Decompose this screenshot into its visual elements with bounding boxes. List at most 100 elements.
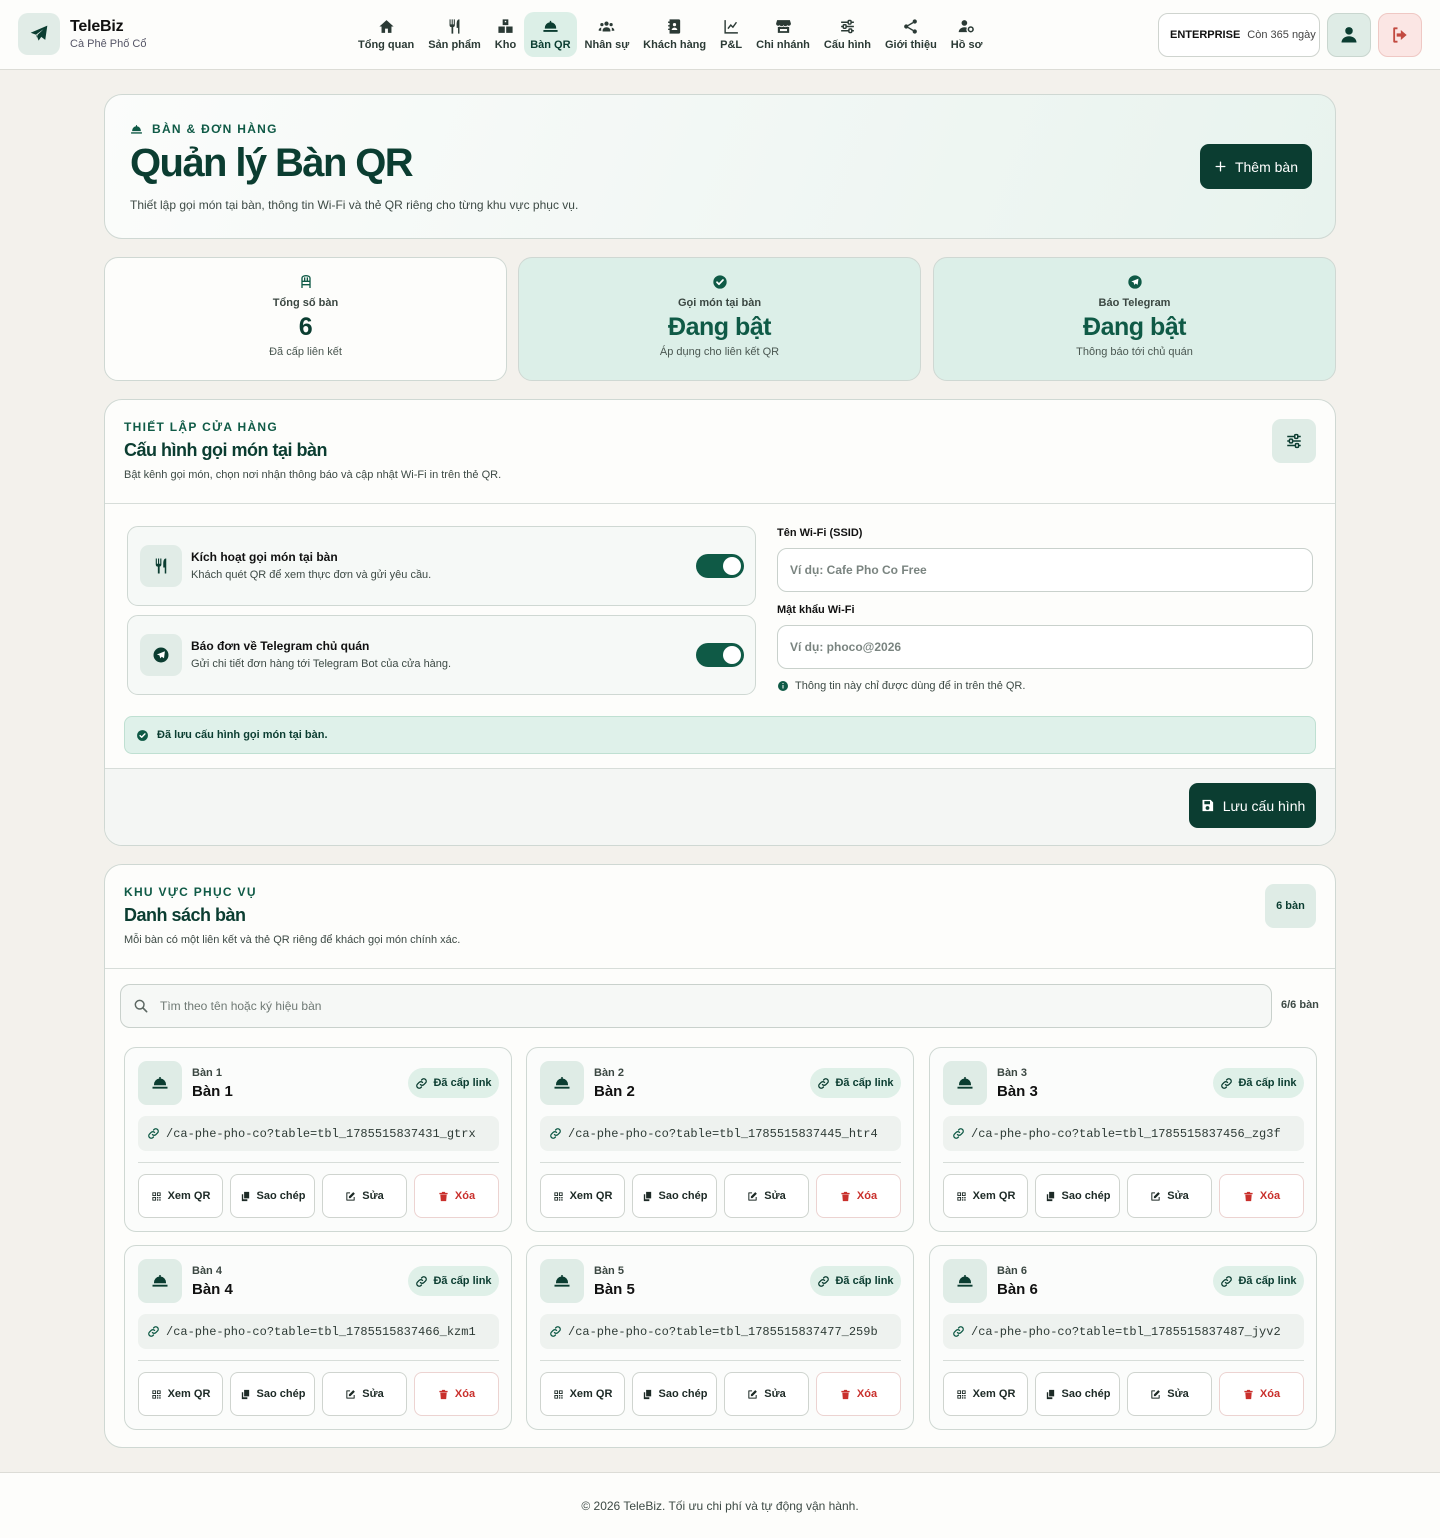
save-config-button[interactable]: Lưu cấu hình	[1189, 783, 1316, 828]
nav-item[interactable]: Giới thiệu	[879, 12, 943, 57]
view-qr-label: Xem QR	[167, 1190, 211, 1202]
edit-table-label: Sửa	[362, 1190, 384, 1202]
users-icon	[598, 16, 615, 39]
nav-item[interactable]: Chi nhánh	[750, 12, 816, 57]
nav-item[interactable]: Khách hàng	[637, 12, 712, 57]
nav-item[interactable]: Cấu hình	[818, 12, 877, 57]
table-url[interactable]: /ca-phe-pho-co?table=tbl_1785515837477_2…	[540, 1314, 901, 1349]
contact-book-icon	[666, 16, 683, 39]
profile-button[interactable]	[1327, 13, 1371, 57]
config-settings-button[interactable]	[1272, 419, 1316, 463]
trash-icon	[1243, 1191, 1260, 1202]
sliders-icon	[839, 16, 856, 39]
delete-table-button[interactable]: Xóa	[414, 1372, 499, 1416]
wifi-ssid-input[interactable]	[777, 548, 1313, 592]
table-card: Bàn 4 Bàn 4 Đã cấp link /ca-phe-pho-co?t…	[124, 1245, 512, 1430]
wifi-note-text: Thông tin này chỉ được dùng để in trên t…	[795, 680, 1026, 692]
stat-card-telegram: Báo Telegram Đang bật Thông báo tới chủ …	[933, 257, 1336, 381]
copy-link-button[interactable]: Sao chép	[230, 1372, 315, 1416]
view-qr-button[interactable]: Xem QR	[138, 1372, 223, 1416]
bell-service-icon	[540, 1061, 584, 1105]
copy-icon	[642, 1389, 659, 1400]
edit-table-label: Sửa	[764, 1388, 786, 1400]
trash-icon	[840, 1389, 857, 1400]
check-circle-icon	[712, 258, 728, 290]
view-qr-button[interactable]: Xem QR	[943, 1372, 1028, 1416]
view-qr-button[interactable]: Xem QR	[138, 1174, 223, 1218]
table-url[interactable]: /ca-phe-pho-co?table=tbl_1785515837456_z…	[943, 1116, 1304, 1151]
nav-item-label: Nhân sự	[584, 39, 630, 51]
edit-table-button[interactable]: Sửa	[1127, 1372, 1212, 1416]
view-qr-label: Xem QR	[972, 1388, 1016, 1400]
bell-service-icon	[130, 123, 152, 136]
brand[interactable]: TeleBiz Cà Phê Phố Cổ	[18, 13, 146, 55]
delete-table-button[interactable]: Xóa	[1219, 1372, 1304, 1416]
nav-item[interactable]: Hồ sơ	[945, 12, 989, 57]
nav-item[interactable]: Kho	[489, 12, 522, 57]
nav-item[interactable]: Sản phẩm	[422, 12, 487, 57]
copy-link-label: Sao chép	[658, 1388, 708, 1400]
edit-icon	[345, 1389, 362, 1400]
edit-table-button[interactable]: Sửa	[1127, 1174, 1212, 1218]
edit-table-button[interactable]: Sửa	[322, 1174, 407, 1218]
chair-icon	[298, 258, 314, 290]
nav-item[interactable]: Tổng quan	[352, 12, 420, 57]
table-url[interactable]: /ca-phe-pho-co?table=tbl_1785515837431_g…	[138, 1116, 499, 1151]
table-name: Bàn 6	[997, 1281, 1038, 1298]
stat-note: Đã cấp liên kết	[269, 346, 342, 358]
stat-value: Đang bật	[668, 313, 771, 341]
edit-table-button[interactable]: Sửa	[724, 1372, 809, 1416]
wifi-ssid-label: Tên Wi-Fi (SSID)	[777, 527, 863, 539]
delete-table-button[interactable]: Xóa	[816, 1174, 901, 1218]
view-qr-button[interactable]: Xem QR	[943, 1174, 1028, 1218]
stat-note: Thông báo tới chủ quán	[1076, 346, 1193, 358]
stat-label: Báo Telegram	[1098, 297, 1171, 309]
link-icon	[817, 1077, 835, 1090]
nav-item[interactable]: Bàn QR	[524, 12, 577, 57]
copy-icon	[642, 1191, 659, 1202]
plan-badge[interactable]: ENTERPRISE Còn 365 ngày	[1158, 13, 1320, 57]
trash-icon	[438, 1191, 455, 1202]
qr-code-icon	[553, 1389, 570, 1400]
search-result-count: 6/6 bàn	[1281, 999, 1319, 1011]
delete-table-button[interactable]: Xóa	[816, 1372, 901, 1416]
table-url[interactable]: /ca-phe-pho-co?table=tbl_1785515837445_h…	[540, 1116, 901, 1151]
info-icon	[777, 680, 795, 692]
telegram-notify-toggle[interactable]	[696, 643, 744, 667]
delete-table-label: Xóa	[454, 1388, 476, 1400]
store-icon	[775, 16, 792, 39]
nav-item[interactable]: Nhân sự	[579, 12, 636, 57]
view-qr-button[interactable]: Xem QR	[540, 1372, 625, 1416]
table-ordering-toggle[interactable]	[696, 554, 744, 578]
copy-link-button[interactable]: Sao chép	[230, 1174, 315, 1218]
logout-button[interactable]	[1378, 13, 1422, 57]
copy-link-button[interactable]: Sao chép	[1035, 1174, 1120, 1218]
copy-link-button[interactable]: Sao chép	[1035, 1372, 1120, 1416]
edit-icon	[1150, 1389, 1167, 1400]
link-status-label: Đã cấp link	[1238, 1077, 1297, 1089]
delete-table-label: Xóa	[1259, 1388, 1281, 1400]
table-search-input[interactable]	[160, 999, 1060, 1013]
delete-table-button[interactable]: Xóa	[414, 1174, 499, 1218]
nav-item-label: Kho	[494, 39, 517, 51]
view-qr-button[interactable]: Xem QR	[540, 1174, 625, 1218]
wifi-password-input[interactable]	[777, 625, 1313, 669]
qr-code-icon	[151, 1191, 168, 1202]
table-url[interactable]: /ca-phe-pho-co?table=tbl_1785515837487_j…	[943, 1314, 1304, 1349]
main-nav: Tổng quan Sản phẩm Kho Bàn QR Nhân sự Khách h…	[352, 12, 988, 57]
copy-icon	[1045, 1389, 1062, 1400]
edit-table-button[interactable]: Sửa	[724, 1174, 809, 1218]
table-url[interactable]: /ca-phe-pho-co?table=tbl_1785515837466_k…	[138, 1314, 499, 1349]
nav-item-label: Bàn QR	[530, 39, 571, 51]
copy-link-button[interactable]: Sao chép	[632, 1174, 717, 1218]
nav-item[interactable]: P&L	[714, 12, 748, 57]
edit-table-button[interactable]: Sửa	[322, 1372, 407, 1416]
bell-service-icon	[943, 1259, 987, 1303]
copy-link-button[interactable]: Sao chép	[632, 1372, 717, 1416]
add-table-button[interactable]: Thêm bàn	[1200, 144, 1312, 189]
utensils-icon	[446, 16, 463, 39]
delete-table-button[interactable]: Xóa	[1219, 1174, 1304, 1218]
stat-value: Đang bật	[1083, 313, 1186, 341]
table-code: Bàn 6	[997, 1265, 1027, 1277]
table-url-text: /ca-phe-pho-co?table=tbl_1785515837431_g…	[166, 1126, 476, 1141]
